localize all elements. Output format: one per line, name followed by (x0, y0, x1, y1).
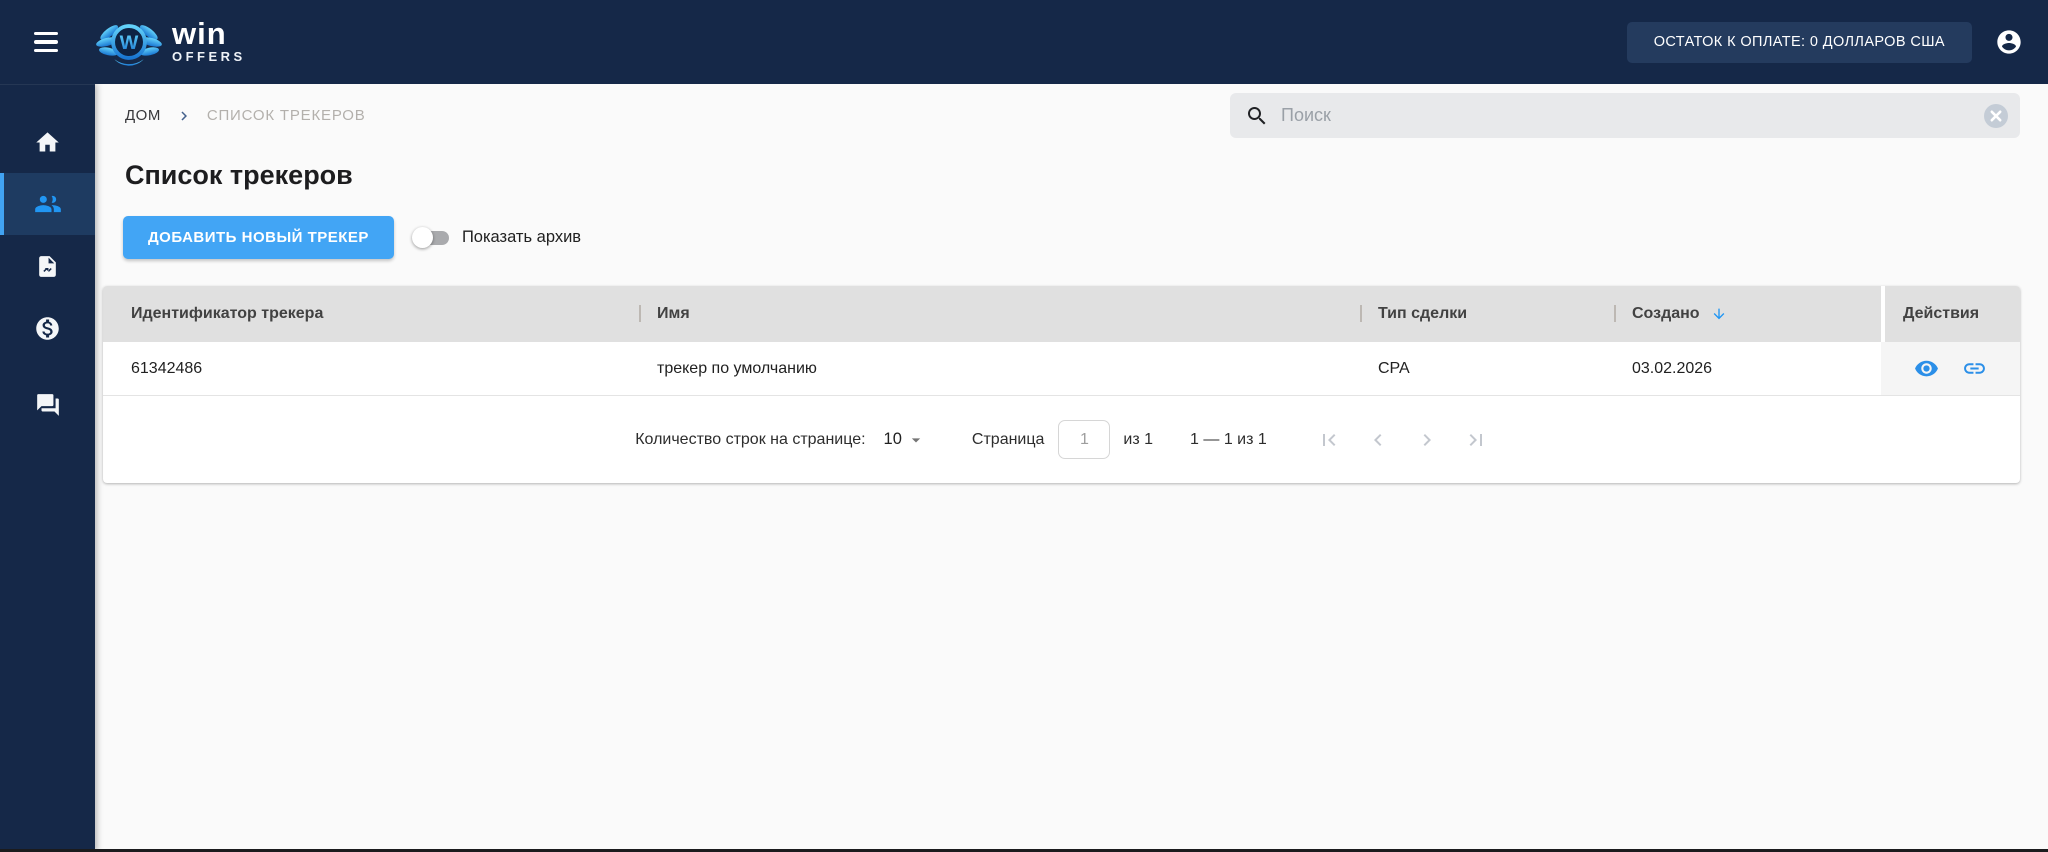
view-eye-icon[interactable] (1914, 356, 1939, 381)
home-icon (34, 129, 61, 156)
report-document-icon (35, 254, 60, 279)
column-header-tracker-id[interactable]: Идентификатор трекера (103, 286, 639, 342)
search-clear-icon[interactable] (1983, 103, 2009, 129)
sidebar-item-finance[interactable] (0, 297, 95, 359)
logo-title: win (172, 15, 227, 51)
sidebar-item-support-chat[interactable] (0, 374, 95, 436)
sidebar-item-reports[interactable] (0, 235, 95, 297)
brand-logo[interactable]: W win OFFERS (96, 11, 246, 73)
sort-descending-arrow-icon[interactable] (1711, 306, 1727, 322)
sidebar-item-trackers[interactable] (0, 173, 95, 235)
range-label: 1 — 1 из 1 (1190, 430, 1267, 448)
table-header-row: Идентификатор трекера Имя Тип сделки Соз… (103, 286, 2020, 342)
table-row[interactable]: 61342486 трекер по умолчанию CPA 03.02.2… (103, 342, 2020, 396)
logo-subtitle: OFFERS (172, 48, 246, 64)
cell-actions (1881, 342, 2020, 395)
next-page-icon[interactable] (1415, 428, 1439, 452)
trackers-table-card: Идентификатор трекера Имя Тип сделки Соз… (103, 286, 2020, 483)
archive-toggle[interactable] (411, 227, 449, 248)
search-icon (1245, 104, 1269, 128)
sidebar-nav (0, 84, 95, 852)
menu-hamburger-icon[interactable] (34, 31, 60, 53)
account-avatar-icon[interactable] (1994, 27, 2024, 57)
cell-name: трекер по умолчанию (657, 359, 817, 377)
last-page-icon[interactable] (1464, 428, 1488, 452)
main-content: ДОМ СПИСОК ТРЕКЕРОВ Список трекеров ДОБА… (95, 84, 2048, 852)
column-header-actions: Действия (1885, 286, 2020, 342)
add-tracker-button[interactable]: ДОБАВИТЬ НОВЫЙ ТРЕКЕР (123, 216, 394, 259)
column-header-deal-type[interactable]: Тип сделки (1360, 286, 1614, 342)
rows-per-page-label: Количество строк на странице: (635, 430, 866, 448)
dropdown-caret-icon (906, 430, 926, 450)
page-of-label: из 1 (1123, 430, 1154, 448)
table-pagination: Количество строк на странице: 10 Страниц… (103, 396, 2020, 483)
breadcrumb-current: СПИСОК ТРЕКЕРОВ (206, 107, 366, 124)
cell-deal-type: CPA (1378, 359, 1410, 377)
previous-page-icon[interactable] (1366, 428, 1390, 452)
page-title: Список трекеров (125, 160, 353, 190)
rows-per-page-select[interactable]: 10 (884, 430, 926, 450)
cell-created: 03.02.2026 (1632, 359, 1713, 377)
page-number-input[interactable] (1058, 420, 1111, 459)
chat-icon (35, 392, 61, 418)
column-header-created[interactable]: Создано (1614, 286, 1881, 342)
archive-toggle-label: Показать архив (461, 228, 582, 246)
search-input[interactable] (1281, 105, 1983, 126)
search-bar (1230, 93, 2020, 138)
top-bar: W win OFFERS ОСТАТОК К ОПЛАТЕ: 0 ДОЛЛАРО… (0, 0, 2048, 84)
show-archive-toggle-group: Показать архив (411, 227, 582, 248)
breadcrumb: ДОМ СПИСОК ТРЕКЕРОВ (125, 107, 366, 125)
chevron-right-icon (175, 107, 193, 125)
copy-link-icon[interactable] (1962, 356, 1987, 381)
balance-badge[interactable]: ОСТАТОК К ОПЛАТЕ: 0 ДОЛЛАРОВ США (1626, 21, 1972, 63)
page-label: Страница (971, 430, 1045, 448)
column-header-name[interactable]: Имя (639, 286, 1360, 342)
cell-tracker-id: 61342486 (131, 359, 203, 377)
svg-text:W: W (120, 32, 139, 54)
winged-emblem-icon: W (96, 11, 162, 73)
breadcrumb-home-link[interactable]: ДОМ (125, 107, 161, 124)
first-page-icon[interactable] (1317, 428, 1341, 452)
sidebar-item-home[interactable] (0, 111, 95, 173)
people-icon (34, 190, 62, 218)
money-icon (34, 315, 61, 342)
